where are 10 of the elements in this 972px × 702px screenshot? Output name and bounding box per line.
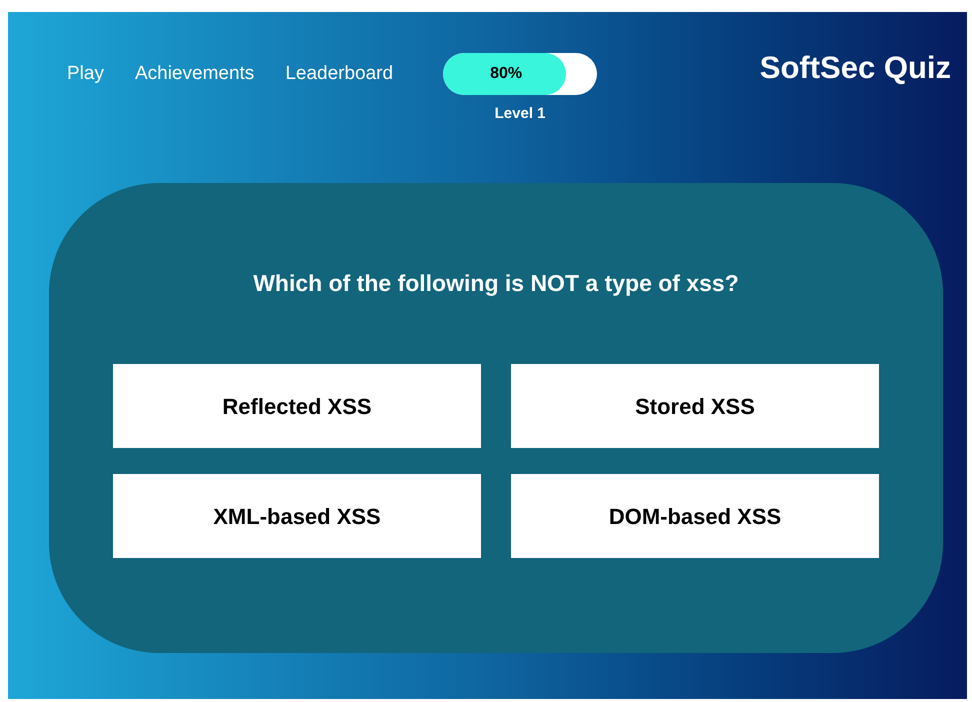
nav-link[interactable]: Leaderboard: [285, 60, 394, 88]
progress-label: 80%: [489, 64, 524, 84]
level-label: Level 1: [494, 104, 546, 124]
answer-button[interactable]: DOM-based XSS: [511, 474, 879, 558]
nav-link[interactable]: Achievements: [134, 60, 254, 88]
answer-button[interactable]: Reflected XSS: [113, 364, 481, 448]
question-text: Which of the following is NOT a type of xss?: [253, 268, 739, 298]
app-title: SoftSec Quiz: [760, 52, 951, 84]
answer-button[interactable]: XML-based XSS: [113, 474, 481, 558]
answer-button[interactable]: Stored XSS: [511, 364, 879, 448]
